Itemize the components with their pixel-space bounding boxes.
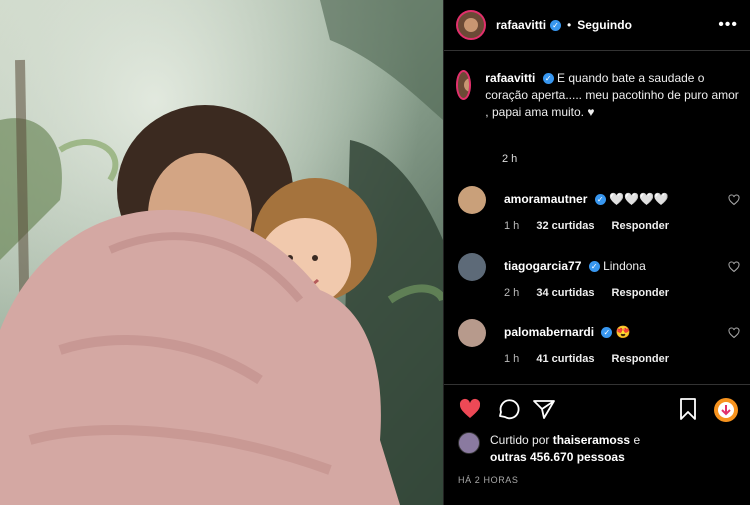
reply-button[interactable]: Responder (612, 220, 669, 232)
heart-icon[interactable] (728, 261, 740, 273)
verified-icon: ✓ (594, 194, 606, 206)
comment-username[interactable]: tiagogarcia77 (504, 259, 581, 273)
action-bar (444, 384, 750, 435)
heart-icon[interactable] (728, 327, 740, 339)
post-photo[interactable] (0, 0, 443, 505)
comment-body: tiagogarcia77 ✓ Lindona (504, 259, 646, 273)
verified-icon: ✓ (542, 73, 554, 85)
gift-icon[interactable] (713, 397, 739, 423)
reply-button[interactable]: Responder (612, 287, 669, 299)
share-icon[interactable] (532, 397, 556, 421)
comment-text: 🤍🤍🤍🤍 (609, 192, 669, 206)
heart-icon[interactable] (728, 194, 740, 206)
liked-by-user[interactable]: thaiseramoss (553, 433, 630, 447)
more-icon[interactable]: ••• (718, 16, 738, 34)
reply-button[interactable]: Responder (612, 353, 669, 365)
caption-avatar[interactable] (456, 70, 472, 100)
post-viewer: rafaavitti ✓ • Seguindo ••• rafaavitti ✓… (0, 0, 750, 505)
comment-body: palomabernardi ✓ 😍 (504, 325, 631, 339)
post-caption: rafaavitti ✓ E quando bate a saudade o c… (456, 70, 741, 121)
likes-text: Curtido por thaiseramoss e outras 456.67… (490, 432, 640, 466)
caption-text-block: rafaavitti ✓ E quando bate a saudade o c… (485, 70, 741, 121)
verified-icon: ✓ (601, 327, 613, 339)
post-side-panel: rafaavitti ✓ • Seguindo ••• rafaavitti ✓… (443, 0, 750, 505)
comment-username[interactable]: palomabernardi (504, 325, 594, 339)
liker-avatar[interactable] (458, 432, 480, 454)
follow-button[interactable]: Seguindo (577, 18, 632, 32)
comment-time[interactable]: 1 h (504, 353, 519, 365)
comment-icon[interactable] (496, 397, 520, 421)
caption-timestamp[interactable]: 2 h (502, 153, 517, 165)
comment-body: amoramautner ✓ 🤍🤍🤍🤍 (504, 192, 669, 206)
comment-time[interactable]: 1 h (504, 220, 519, 232)
commenter-avatar[interactable] (458, 186, 486, 214)
likes-count[interactable]: outras 456.670 pessoas (490, 450, 625, 464)
separator-dot: • (567, 18, 572, 32)
commenter-avatar[interactable] (458, 253, 486, 281)
likes-summary: Curtido por thaiseramoss e outras 456.67… (458, 432, 640, 466)
comment-username[interactable]: amoramautner (504, 192, 587, 206)
comment-likes[interactable]: 32 curtidas (536, 220, 594, 232)
post-timestamp[interactable]: HÁ 2 HORAS (458, 475, 519, 485)
comment-likes[interactable]: 41 curtidas (536, 353, 594, 365)
post-header: rafaavitti ✓ • Seguindo ••• (444, 0, 750, 51)
liked-by-conj: e (633, 433, 641, 447)
comment-meta: 1 h 32 curtidas Responder (504, 220, 683, 232)
author-avatar[interactable] (456, 10, 486, 40)
verified-icon: ✓ (550, 19, 562, 31)
comment-time[interactable]: 2 h (504, 287, 519, 299)
bookmark-icon[interactable] (676, 397, 700, 421)
comment-meta: 2 h 34 curtidas Responder (504, 287, 683, 299)
photo-illustration (0, 0, 443, 505)
author-username[interactable]: rafaavitti (496, 18, 546, 32)
liked-by-prefix: Curtido por (490, 433, 550, 447)
comment-likes[interactable]: 34 curtidas (536, 287, 594, 299)
comment-text: Lindona (603, 259, 646, 273)
comment-meta: 1 h 41 curtidas Responder (504, 353, 683, 365)
caption-username[interactable]: rafaavitti (485, 71, 535, 85)
verified-icon: ✓ (588, 261, 600, 273)
commenter-avatar[interactable] (458, 319, 486, 347)
comment-text: 😍 (615, 325, 631, 339)
heart-icon[interactable] (458, 397, 482, 421)
